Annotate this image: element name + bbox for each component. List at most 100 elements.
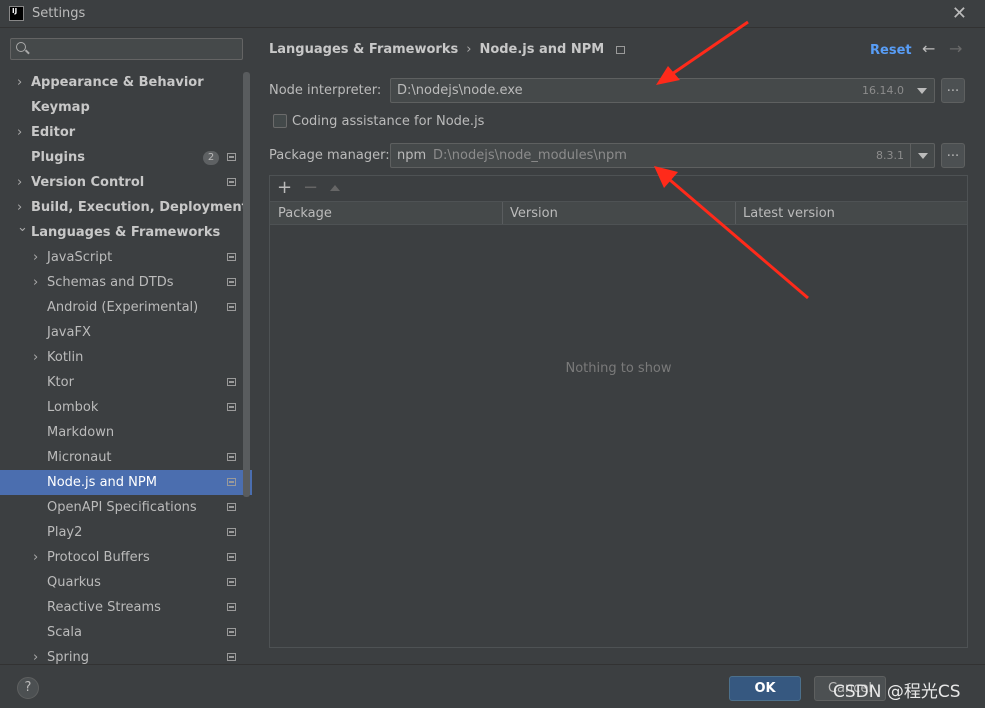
project-scope-icon (227, 303, 236, 311)
project-scope-icon (227, 503, 236, 511)
sidebar-item-label: Keymap (31, 100, 90, 115)
sidebar-item-label: Build, Execution, Deployment (31, 200, 248, 215)
package-manager-label: Package manager: (269, 148, 390, 163)
dialog-footer: ? OK Cancel CSDN @程光CS (0, 664, 985, 708)
project-scope-icon (227, 528, 236, 536)
sidebar-item-label: Reactive Streams (47, 600, 161, 615)
chevron-right-icon[interactable]: › (33, 245, 43, 270)
column-header-package[interactable]: Package (278, 206, 332, 221)
project-scope-icon (616, 46, 626, 54)
package-manager-browse-button[interactable]: ... (941, 143, 965, 168)
sidebar-item-micronaut[interactable]: Micronaut (0, 445, 252, 470)
coding-assistance-label[interactable]: Coding assistance for Node.js (292, 114, 484, 129)
sidebar-item-quarkus[interactable]: Quarkus (0, 570, 252, 595)
sidebar-item-reactive-streams[interactable]: Reactive Streams (0, 595, 252, 620)
node-interpreter-browse-button[interactable]: ... (941, 78, 965, 103)
ok-button[interactable]: OK (729, 676, 801, 701)
sidebar-item-label: Editor (31, 125, 76, 140)
sidebar-item-languages-frameworks[interactable]: ⌄ Languages & Frameworks (0, 220, 252, 245)
chevron-right-icon[interactable]: › (33, 345, 43, 370)
sidebar-item-spring[interactable]: › Spring (0, 645, 252, 664)
project-scope-icon (227, 553, 236, 561)
package-manager-value: npm (397, 148, 427, 163)
chevron-down-icon[interactable]: ⌄ (17, 215, 28, 240)
breadcrumb-separator: › (466, 42, 472, 57)
sidebar-item-label: Spring (47, 650, 89, 664)
add-package-icon[interactable]: + (277, 177, 292, 198)
sidebar-item-label: Android (Experimental) (47, 300, 199, 315)
project-scope-icon (227, 478, 236, 486)
column-divider[interactable] (735, 202, 736, 224)
column-header-latest-version[interactable]: Latest version (743, 206, 835, 221)
column-header-version[interactable]: Version (510, 206, 558, 221)
close-icon[interactable]: ✕ (952, 3, 967, 24)
sidebar-item-node-js-and-npm[interactable]: Node.js and NPM (0, 470, 252, 495)
help-button[interactable]: ? (17, 677, 39, 699)
chevron-right-icon[interactable]: › (17, 170, 27, 195)
project-scope-icon (227, 178, 236, 186)
sidebar-item-javascript[interactable]: › JavaScript (0, 245, 252, 270)
sidebar-scrollbar[interactable] (243, 72, 250, 497)
sidebar-item-protocol-buffers[interactable]: › Protocol Buffers (0, 545, 252, 570)
npm-version: 8.3.1 (876, 149, 904, 162)
sidebar-item-openapi-specifications[interactable]: OpenAPI Specifications (0, 495, 252, 520)
sidebar-item-label: Kotlin (47, 350, 84, 365)
sidebar-item-label: Schemas and DTDs (47, 275, 174, 290)
remove-package-icon[interactable]: − (303, 177, 318, 198)
project-scope-icon (227, 153, 236, 161)
sidebar-item-label: Lombok (47, 400, 99, 415)
sidebar-item-lombok[interactable]: Lombok (0, 395, 252, 420)
sidebar-item-android-experimental[interactable]: Android (Experimental) (0, 295, 252, 320)
sidebar-item-label: Quarkus (47, 575, 101, 590)
sidebar-item-build-execution-deployment[interactable]: › Build, Execution, Deployment (0, 195, 252, 220)
sidebar-item-scala[interactable]: Scala (0, 620, 252, 645)
chevron-right-icon[interactable]: › (17, 70, 27, 95)
breadcrumb-parent[interactable]: Languages & Frameworks (269, 42, 458, 57)
sidebar-item-label: Scala (47, 625, 82, 640)
sidebar-item-kotlin[interactable]: › Kotlin (0, 345, 252, 370)
project-scope-icon (227, 653, 236, 661)
sidebar-item-keymap[interactable]: Keymap (0, 95, 252, 120)
search-input[interactable] (35, 41, 235, 57)
coding-assistance-checkbox[interactable] (273, 114, 287, 128)
breadcrumb: Languages & Frameworks › Node.js and NPM (269, 42, 626, 57)
sidebar-item-label: Protocol Buffers (47, 550, 150, 565)
sidebar-item-version-control[interactable]: › Version Control (0, 170, 252, 195)
column-divider[interactable] (502, 202, 503, 224)
project-scope-icon (227, 453, 236, 461)
chevron-down-icon (917, 88, 927, 94)
project-scope-icon (227, 378, 236, 386)
breadcrumb-current: Node.js and NPM (479, 42, 605, 57)
sidebar-item-javafx[interactable]: JavaFX (0, 320, 252, 345)
sidebar-item-markdown[interactable]: Markdown (0, 420, 252, 445)
forward-arrow-icon[interactable]: → (949, 39, 962, 58)
settings-search[interactable] (10, 38, 243, 60)
chevron-right-icon[interactable]: › (33, 645, 43, 664)
sidebar-item-label: Appearance & Behavior (31, 75, 204, 90)
sidebar-item-schemas-and-dtds[interactable]: › Schemas and DTDs (0, 270, 252, 295)
sidebar-item-ktor[interactable]: Ktor (0, 370, 252, 395)
chevron-right-icon[interactable]: › (33, 545, 43, 570)
node-interpreter-dropdown[interactable] (910, 79, 934, 102)
chevron-right-icon[interactable]: › (17, 120, 27, 145)
upgrade-package-icon[interactable] (330, 185, 340, 191)
sidebar-item-play2[interactable]: Play2 (0, 520, 252, 545)
settings-tree: › Appearance & Behavior Keymap › Editor Plugi… (0, 70, 252, 664)
project-scope-icon (227, 253, 236, 261)
node-interpreter-combobox[interactable]: D:\nodejs\node.exe 16.14.0 (390, 78, 935, 103)
window-title: Settings (32, 6, 86, 21)
package-manager-dropdown[interactable] (910, 144, 934, 167)
sidebar-item-label: Version Control (31, 175, 145, 190)
sidebar-item-appearance-behavior[interactable]: › Appearance & Behavior (0, 70, 252, 95)
project-scope-icon (227, 628, 236, 636)
sidebar-item-editor[interactable]: › Editor (0, 120, 252, 145)
sidebar-item-label: Play2 (47, 525, 83, 540)
reset-link[interactable]: Reset (870, 43, 912, 58)
chevron-right-icon[interactable]: › (33, 270, 43, 295)
sidebar-item-plugins[interactable]: Plugins 2 (0, 145, 252, 170)
sidebar-item-label: Node.js and NPM (47, 475, 157, 490)
back-arrow-icon[interactable]: ← (922, 39, 935, 58)
package-manager-combobox[interactable]: npm D:\nodejs\node_modules\npm 8.3.1 (390, 143, 935, 168)
packages-table: + − Package Version Latest version Nothi… (269, 175, 968, 648)
sidebar-item-label: OpenAPI Specifications (47, 500, 197, 515)
